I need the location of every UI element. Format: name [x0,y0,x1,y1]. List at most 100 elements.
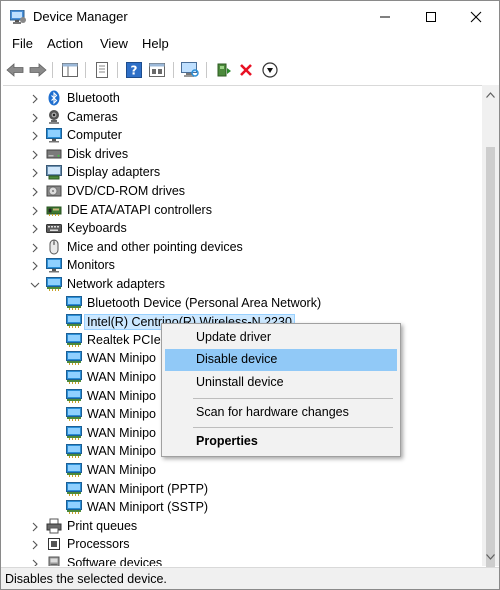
title-bar[interactable]: Device Manager [1,1,499,33]
ctx-disable-device[interactable]: Disable device [165,349,397,371]
device-manager-window: Device Manager File Action View Help ? B… [0,0,500,590]
tree-category[interactable]: Bluetooth [3,89,473,107]
ctx-scan-hardware-label: Scan for hardware changes [196,405,349,419]
vertical-scrollbar[interactable] [482,85,499,577]
network-adapter-icon [66,295,82,311]
menu-file[interactable]: File [12,36,33,51]
mouse-icon [46,239,62,255]
tree-category[interactable]: DVD/CD-ROM drives [3,182,473,200]
tree-device[interactable]: WAN Miniport (PPTP) [3,480,473,498]
update-driver-icon[interactable] [212,59,234,81]
uninstall-device-icon[interactable] [235,59,257,81]
menu-help[interactable]: Help [142,36,169,51]
menu-bar: File Action View Help [1,33,499,55]
chevron-right-icon[interactable] [30,167,40,178]
network-adapter-icon [66,462,82,478]
tree-category[interactable]: Mice and other pointing devices [3,238,473,256]
ctx-scan-hardware[interactable]: Scan for hardware changes [165,402,397,424]
action-pane-icon[interactable] [146,59,168,81]
chevron-right-icon[interactable] [30,186,40,197]
ctx-separator [193,398,393,399]
chevron-right-icon[interactable] [30,112,40,122]
tree-category[interactable]: IDE ATA/ATAPI controllers [3,201,473,219]
scroll-down-arrow-icon[interactable] [482,548,499,565]
close-button[interactable] [453,1,499,33]
scroll-up-arrow-icon[interactable] [482,86,499,103]
window-title: Device Manager [33,9,128,24]
minimize-button[interactable] [362,1,408,33]
tree-device-label: WAN Minipo [87,407,156,422]
computer-icon [46,127,62,143]
chevron-right-icon[interactable] [30,242,40,253]
tree-device-label: WAN Minipo [87,370,156,384]
tree-device-label: WAN Minipo [87,351,156,366]
ctx-update-driver-label: Update driver [196,330,272,344]
back-arrow-icon[interactable] [4,59,26,81]
tree-category[interactable]: Software devices [3,554,473,566]
tree-device[interactable]: Bluetooth Device (Personal Area Network) [3,294,473,312]
network-adapter-icon [66,481,82,497]
tree-device-label: WAN Minipo [87,463,156,477]
network-adapter-icon [66,369,82,385]
tree-category-label: Keyboards [67,221,127,236]
help-icon[interactable]: ? [123,59,145,81]
tree-category[interactable]: Monitors [3,256,473,274]
network-adapter-icon [46,276,62,292]
device-manager-app-icon [9,9,26,24]
keyboard-icon [46,220,62,236]
ctx-update-driver[interactable]: Update driver [165,327,397,349]
enable-device-icon[interactable] [259,59,281,81]
menu-view[interactable]: View [100,36,128,51]
chevron-right-icon[interactable] [30,521,40,532]
chevron-right-icon[interactable] [30,149,40,160]
chevron-right-icon[interactable] [30,260,40,271]
network-adapter-icon [66,499,82,515]
tree-category-label: Computer [67,128,122,143]
chevron-right-icon[interactable] [30,130,40,141]
tree-category[interactable]: Display adapters [3,163,473,181]
tree-device-label: WAN Miniport (SSTP) [87,500,209,515]
chevron-right-icon[interactable] [30,539,40,550]
tree-device-label: Bluetooth Device (Personal Area Network) [87,295,322,310]
tree-device[interactable]: WAN Miniport (SSTP) [3,498,473,516]
menu-action[interactable]: Action [47,36,83,51]
tree-category[interactable]: Print queues [3,517,473,535]
tree-device-label: WAN Minipo [87,425,156,440]
tree-category-label: IDE ATA/ATAPI controllers [67,202,212,217]
toolbar: ? [1,56,499,84]
maximize-button[interactable] [408,1,454,33]
scroll-thumb[interactable] [486,147,495,577]
tree-category-label: Processors [67,537,130,552]
chevron-right-icon[interactable] [30,93,40,104]
ctx-uninstall-device[interactable]: Uninstall device [165,372,397,394]
chevron-right-icon[interactable] [30,205,40,215]
network-adapter-icon [66,388,82,404]
forward-arrow-icon[interactable] [27,59,49,81]
printer-icon [46,518,62,534]
ctx-separator [193,427,393,428]
tree-category-label: Print queues [67,518,138,533]
tree-device-label: Realtek PCIe I [87,332,168,347]
ctx-disable-device-label: Disable device [196,352,278,366]
tree-category[interactable]: Processors [3,535,473,553]
display-adapter-icon [46,164,62,180]
chevron-down-icon[interactable] [30,279,40,289]
tree-device-label: WAN Minipo [87,444,156,459]
scan-hardware-icon[interactable] [179,59,201,81]
monitor-icon [46,257,62,273]
tree-category-label: Cameras [67,109,118,124]
chevron-right-icon[interactable] [30,223,40,234]
tree-category[interactable]: Disk drives [3,145,473,163]
show-hide-console-tree-icon[interactable] [59,59,81,81]
ctx-properties-label: Properties [196,434,258,448]
tree-category[interactable]: Cameras [3,108,473,126]
ctx-uninstall-device-label: Uninstall device [196,375,284,389]
tree-category[interactable]: Keyboards [3,219,473,237]
chevron-right-icon[interactable] [30,558,40,566]
tree-category-network-adapters[interactable]: Network adapters [3,275,473,293]
tree-category[interactable]: Computer [3,126,473,144]
properties-sheet-icon[interactable] [91,59,113,81]
tree-device[interactable]: WAN Minipo [3,461,473,479]
ctx-properties[interactable]: Properties [165,431,397,453]
network-adapter-icon [66,406,82,422]
